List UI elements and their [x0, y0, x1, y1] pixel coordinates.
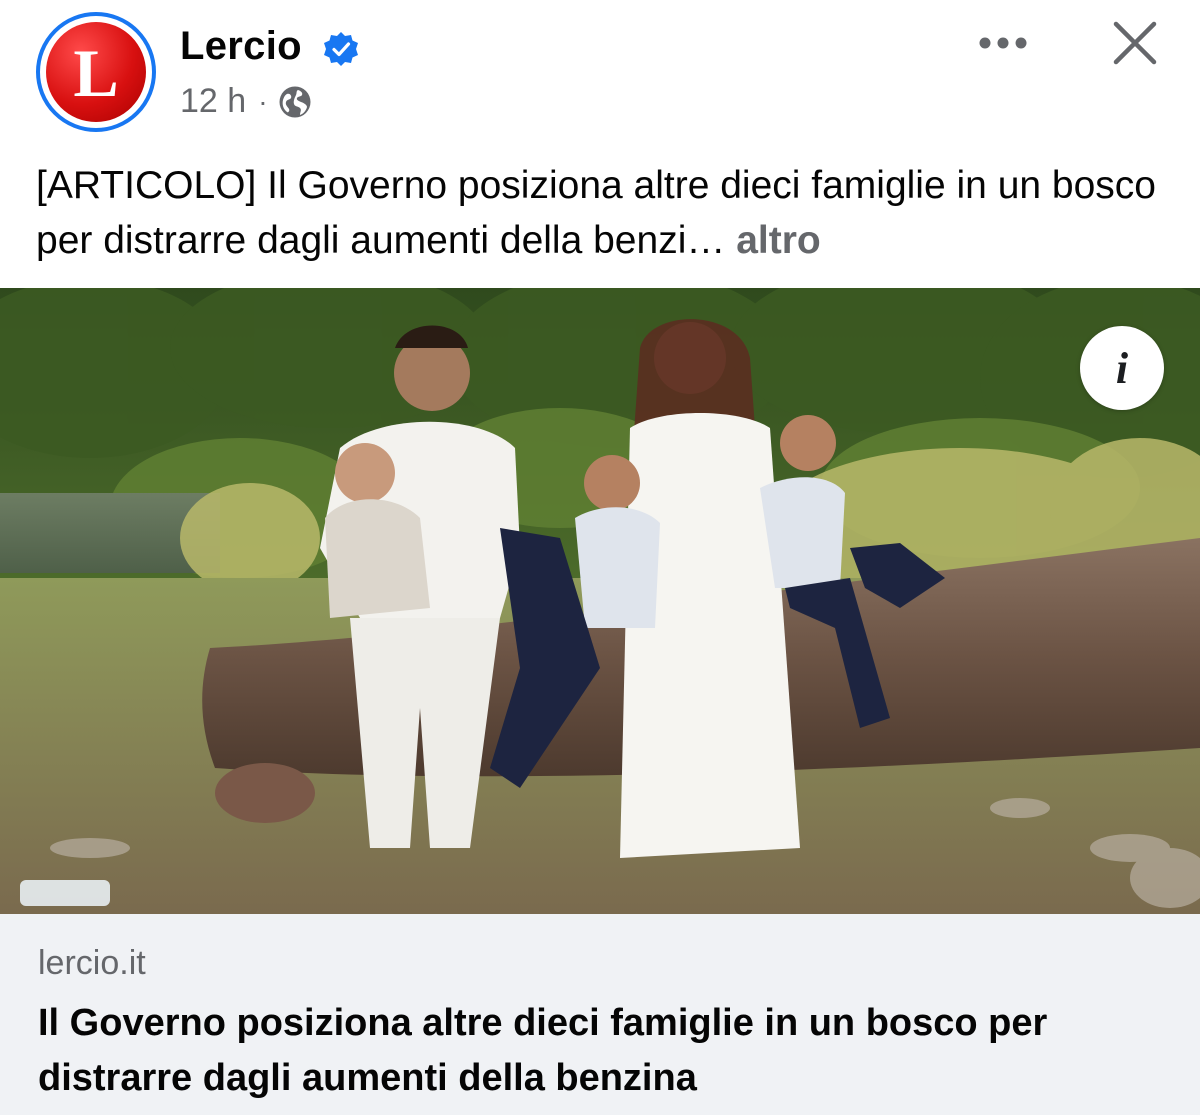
globe-icon[interactable]	[278, 85, 312, 119]
page-avatar[interactable]: L	[36, 12, 156, 132]
post-message: [ARTICOLO] Il Governo posiziona altre di…	[36, 164, 1156, 262]
lercio-logo: L	[46, 22, 146, 122]
link-domain: lercio.it	[38, 944, 146, 982]
post-photo[interactable]	[0, 288, 1200, 914]
page-name[interactable]: Lercio	[180, 24, 302, 69]
info-icon[interactable]: i	[1080, 326, 1164, 410]
logo-letter: L	[73, 35, 119, 111]
more-options-icon[interactable]	[978, 36, 1028, 50]
post-time[interactable]: 12 h	[180, 82, 246, 121]
verified-badge-icon	[324, 32, 358, 66]
close-icon[interactable]	[1112, 20, 1158, 66]
info-glyph: i	[1115, 343, 1129, 393]
meta-separator: ·	[258, 85, 268, 117]
post-text: [ARTICOLO] Il Governo posiziona altre di…	[36, 158, 1176, 268]
link-title[interactable]: Il Governo posiziona altre dieci famigli…	[38, 996, 1178, 1106]
post-meta: 12 h ·	[180, 82, 312, 121]
see-more-link[interactable]: altro	[736, 219, 821, 262]
